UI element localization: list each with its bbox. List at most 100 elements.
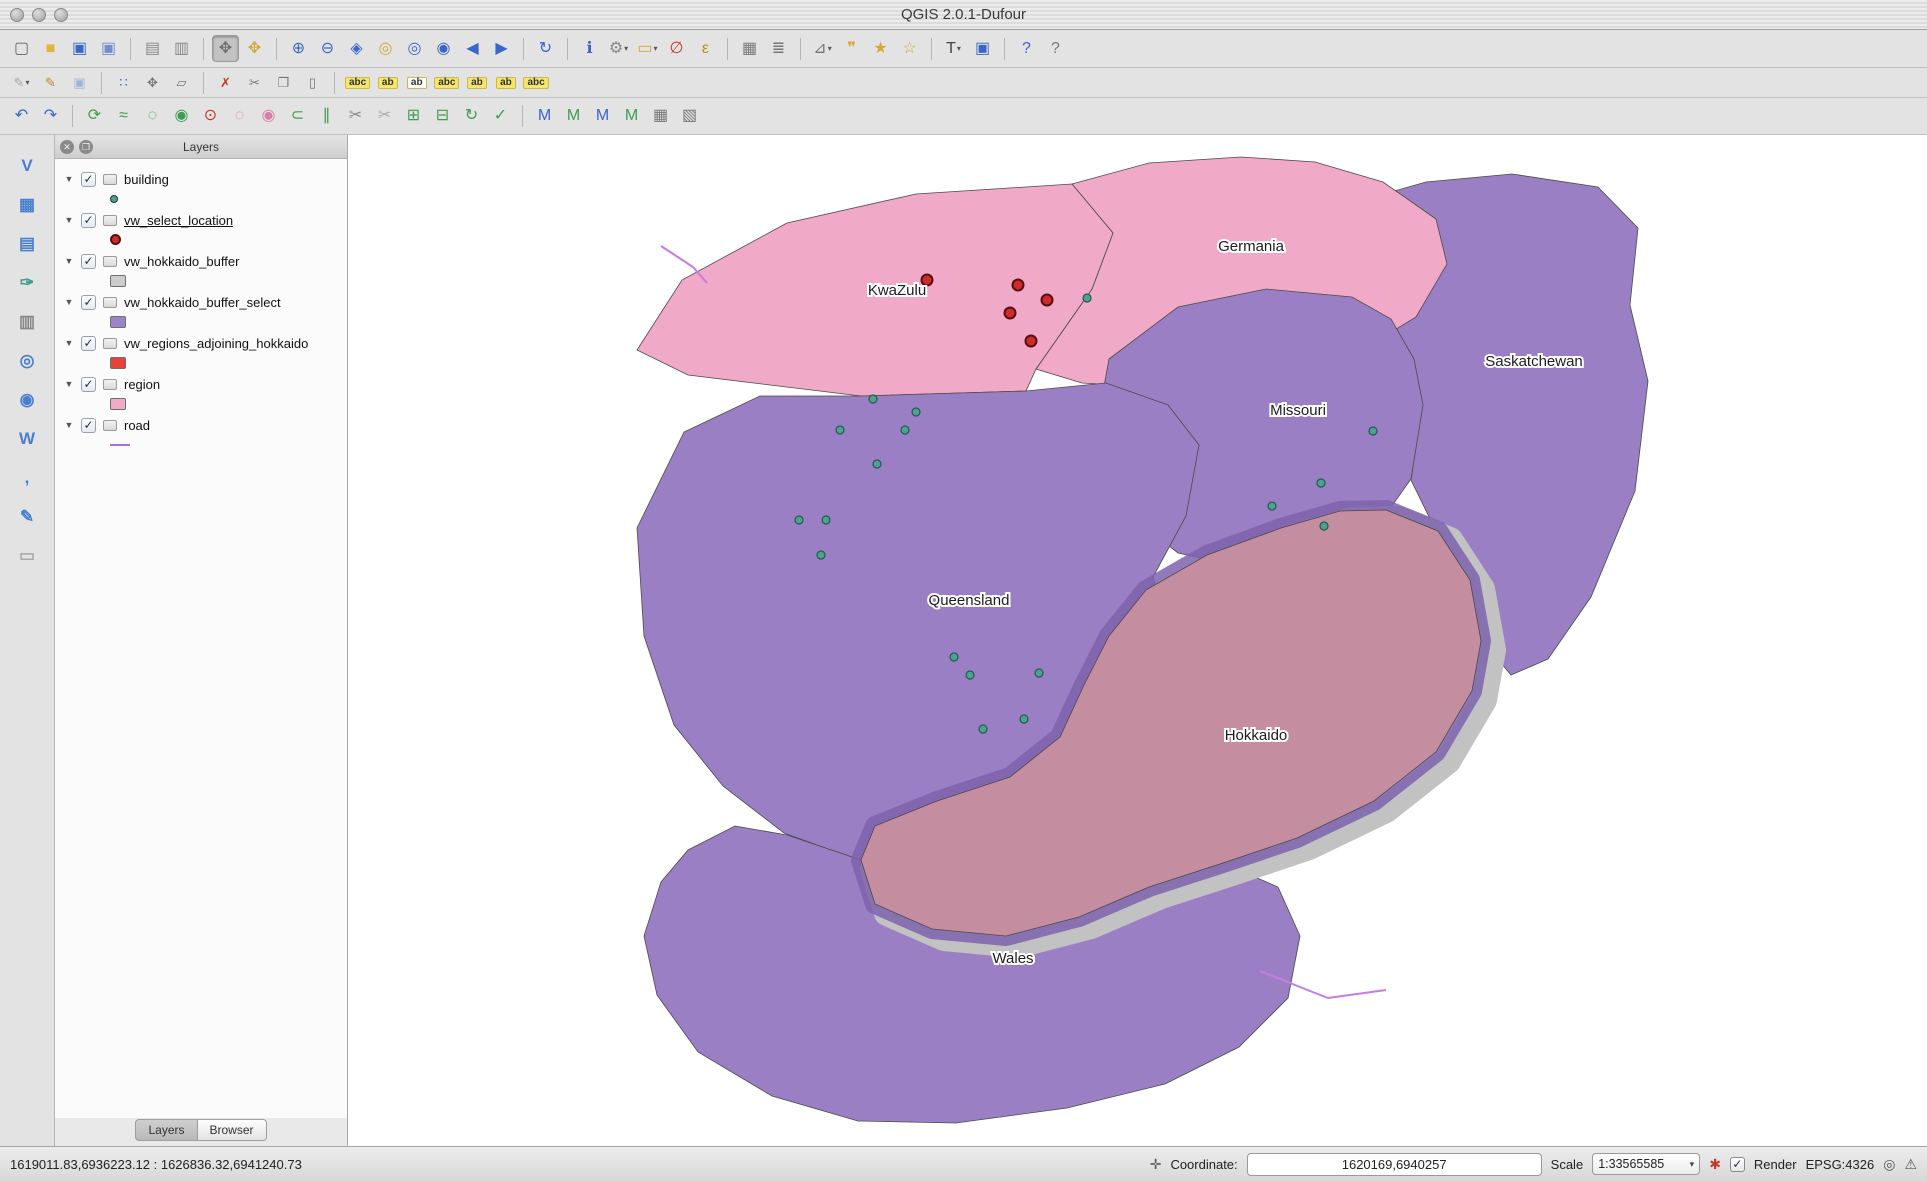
new-project-icon[interactable]: ▢	[8, 35, 35, 62]
show-hide-labels-icon[interactable]: abc	[432, 69, 461, 96]
measure-icon[interactable]: ⊿▾	[809, 35, 836, 62]
layer-row[interactable]: ▼✓vw_hokkaido_buffer_select	[64, 291, 347, 313]
layer-label[interactable]: road	[124, 418, 150, 433]
add-spatialite-layer-icon[interactable]: ✑	[11, 268, 43, 296]
selected-location-dot[interactable]	[1042, 295, 1053, 306]
chevron-down-icon[interactable]: ▾	[1690, 1159, 1695, 1170]
layer-item-building[interactable]: ▼✓building	[55, 167, 347, 208]
layer-visibility-checkbox[interactable]: ✓	[81, 254, 96, 269]
new-bookmark-icon[interactable]: ★	[867, 35, 894, 62]
layer-row[interactable]: ▼ ✓ road	[64, 414, 347, 436]
dropdown-arrow-icon[interactable]: ▾	[25, 78, 29, 87]
dropdown-arrow-icon[interactable]: ▾	[624, 44, 628, 53]
help-icon[interactable]: ?	[1013, 35, 1040, 62]
zoom-to-layer-icon[interactable]: ◎	[401, 35, 428, 62]
open-project-icon[interactable]: ■	[37, 35, 64, 62]
change-label-icon[interactable]: abc	[521, 69, 550, 96]
add-vector-layer-icon[interactable]: V	[11, 151, 43, 179]
building-dot[interactable]	[1369, 427, 1377, 435]
mouse-position-icon[interactable]: ✛	[1150, 1156, 1162, 1173]
epsg-status[interactable]: EPSG:4326	[1806, 1157, 1875, 1172]
node-tool-icon[interactable]: ▱	[168, 69, 195, 96]
save-layer-edits-icon[interactable]: ▣	[66, 69, 93, 96]
refresh-map-icon[interactable]: ↻	[532, 35, 559, 62]
add-postgis-layer-icon[interactable]: ▤	[11, 229, 43, 257]
identify-features-icon[interactable]: ℹ	[576, 35, 603, 62]
building-dot[interactable]	[869, 395, 877, 403]
merge-features-icon[interactable]: ⊞	[400, 103, 427, 130]
messages-icon[interactable]: ⚠	[1904, 1156, 1917, 1173]
layer-row[interactable]: ▼✓building	[64, 168, 347, 190]
building-dot[interactable]	[1035, 669, 1043, 677]
map-canvas[interactable]: KwaZuluKwaZuluGermaniaGermaniaSaskatchew…	[348, 135, 1927, 1146]
expander-icon[interactable]: ▼	[64, 174, 74, 184]
dropdown-arrow-icon[interactable]: ▾	[654, 44, 658, 53]
layer-visibility-checkbox[interactable]: ✓	[81, 418, 96, 433]
pin-labels-icon[interactable]: ab	[374, 69, 401, 96]
selected-location-dot[interactable]	[1026, 336, 1037, 347]
layer-row[interactable]: ▼✓vw_select_location	[64, 209, 347, 231]
expander-icon[interactable]: ▼	[64, 338, 74, 348]
paste-features-icon[interactable]: ▯	[299, 69, 326, 96]
coordinate-input[interactable]	[1247, 1153, 1542, 1176]
pan-map-icon[interactable]: ✥	[212, 35, 239, 62]
rotate-label-icon[interactable]: ab	[492, 69, 519, 96]
building-dot[interactable]	[950, 653, 958, 661]
highlight-pinned-labels-icon[interactable]: ab	[403, 69, 430, 96]
panel-tab-browser[interactable]: Browser	[198, 1119, 267, 1141]
redo-icon[interactable]: ↷	[37, 103, 64, 130]
building-dot[interactable]	[836, 426, 844, 434]
add-feature-icon[interactable]: ∷	[110, 69, 137, 96]
layer-label[interactable]: region	[124, 377, 160, 392]
processing-history-icon[interactable]: M	[618, 103, 645, 130]
form-annotation-icon[interactable]: ▣	[969, 35, 996, 62]
remove-layer-icon[interactable]: ▭	[11, 541, 43, 569]
selected-location-dot[interactable]	[1005, 308, 1016, 319]
zoom-out-icon[interactable]: ⊖	[314, 35, 341, 62]
check-validity-icon[interactable]: ✓	[487, 103, 514, 130]
building-dot[interactable]	[912, 408, 920, 416]
minimize-window-icon[interactable]	[32, 8, 46, 22]
run-feature-action-icon[interactable]: ⚙▾	[605, 35, 632, 62]
show-bookmarks-icon[interactable]: ☆	[896, 35, 923, 62]
delete-part-icon[interactable]: ◉	[255, 103, 282, 130]
layer-item-road[interactable]: ▼ ✓ road	[55, 413, 347, 454]
expander-icon[interactable]: ▼	[64, 256, 74, 266]
processing-toolbox-icon[interactable]: M	[560, 103, 587, 130]
layer-row[interactable]: ▼✓region	[64, 373, 347, 395]
save-project-as-icon[interactable]: ▣	[95, 35, 122, 62]
layer-label[interactable]: building	[124, 172, 169, 187]
layer-item-region[interactable]: ▼✓region	[55, 372, 347, 413]
current-edits-icon[interactable]: ✎▾	[8, 69, 35, 96]
metasearch-icon[interactable]: M	[531, 103, 558, 130]
building-dot[interactable]	[966, 671, 974, 679]
fill-ring-icon[interactable]: ⊙	[197, 103, 224, 130]
zoom-next-icon[interactable]: ▶	[488, 35, 515, 62]
layer-label[interactable]: vw_hokkaido_buffer	[124, 254, 239, 269]
building-dot[interactable]	[817, 551, 825, 559]
layer-row[interactable]: ▼ ✓ vw_hokkaido_buffer	[64, 250, 347, 272]
processing-results-icon[interactable]: ▦	[647, 103, 674, 130]
rotate-point-symbols-icon[interactable]: ↻	[458, 103, 485, 130]
composer-manager-icon[interactable]: ▥	[168, 35, 195, 62]
building-dot[interactable]	[822, 516, 830, 524]
map-svg[interactable]: KwaZuluKwaZuluGermaniaGermaniaSaskatchew…	[348, 135, 1927, 1146]
zoom-in-icon[interactable]: ⊕	[285, 35, 312, 62]
labeling-icon[interactable]: abc	[343, 69, 372, 96]
layer-label[interactable]: vw_select_location	[124, 213, 233, 228]
offset-curve-icon[interactable]: ∥	[313, 103, 340, 130]
stop-render-icon[interactable]: ✱	[1709, 1156, 1721, 1173]
add-ring-icon[interactable]: ◌	[139, 103, 166, 130]
building-dot[interactable]	[873, 460, 881, 468]
building-dot[interactable]	[1268, 502, 1276, 510]
building-dot[interactable]	[1020, 715, 1028, 723]
expander-icon[interactable]: ▼	[64, 420, 74, 430]
move-label-icon[interactable]: ab	[463, 69, 490, 96]
deselect-features-icon[interactable]: ∅	[663, 35, 690, 62]
crs-status-icon[interactable]: ◎	[1883, 1156, 1895, 1173]
building-dot[interactable]	[795, 516, 803, 524]
add-wcs-layer-icon[interactable]: ◉	[11, 385, 43, 413]
dropdown-arrow-icon[interactable]: ▾	[828, 44, 832, 53]
processing-options-icon[interactable]: ▧	[676, 103, 703, 130]
zoom-window-icon[interactable]	[54, 8, 68, 22]
